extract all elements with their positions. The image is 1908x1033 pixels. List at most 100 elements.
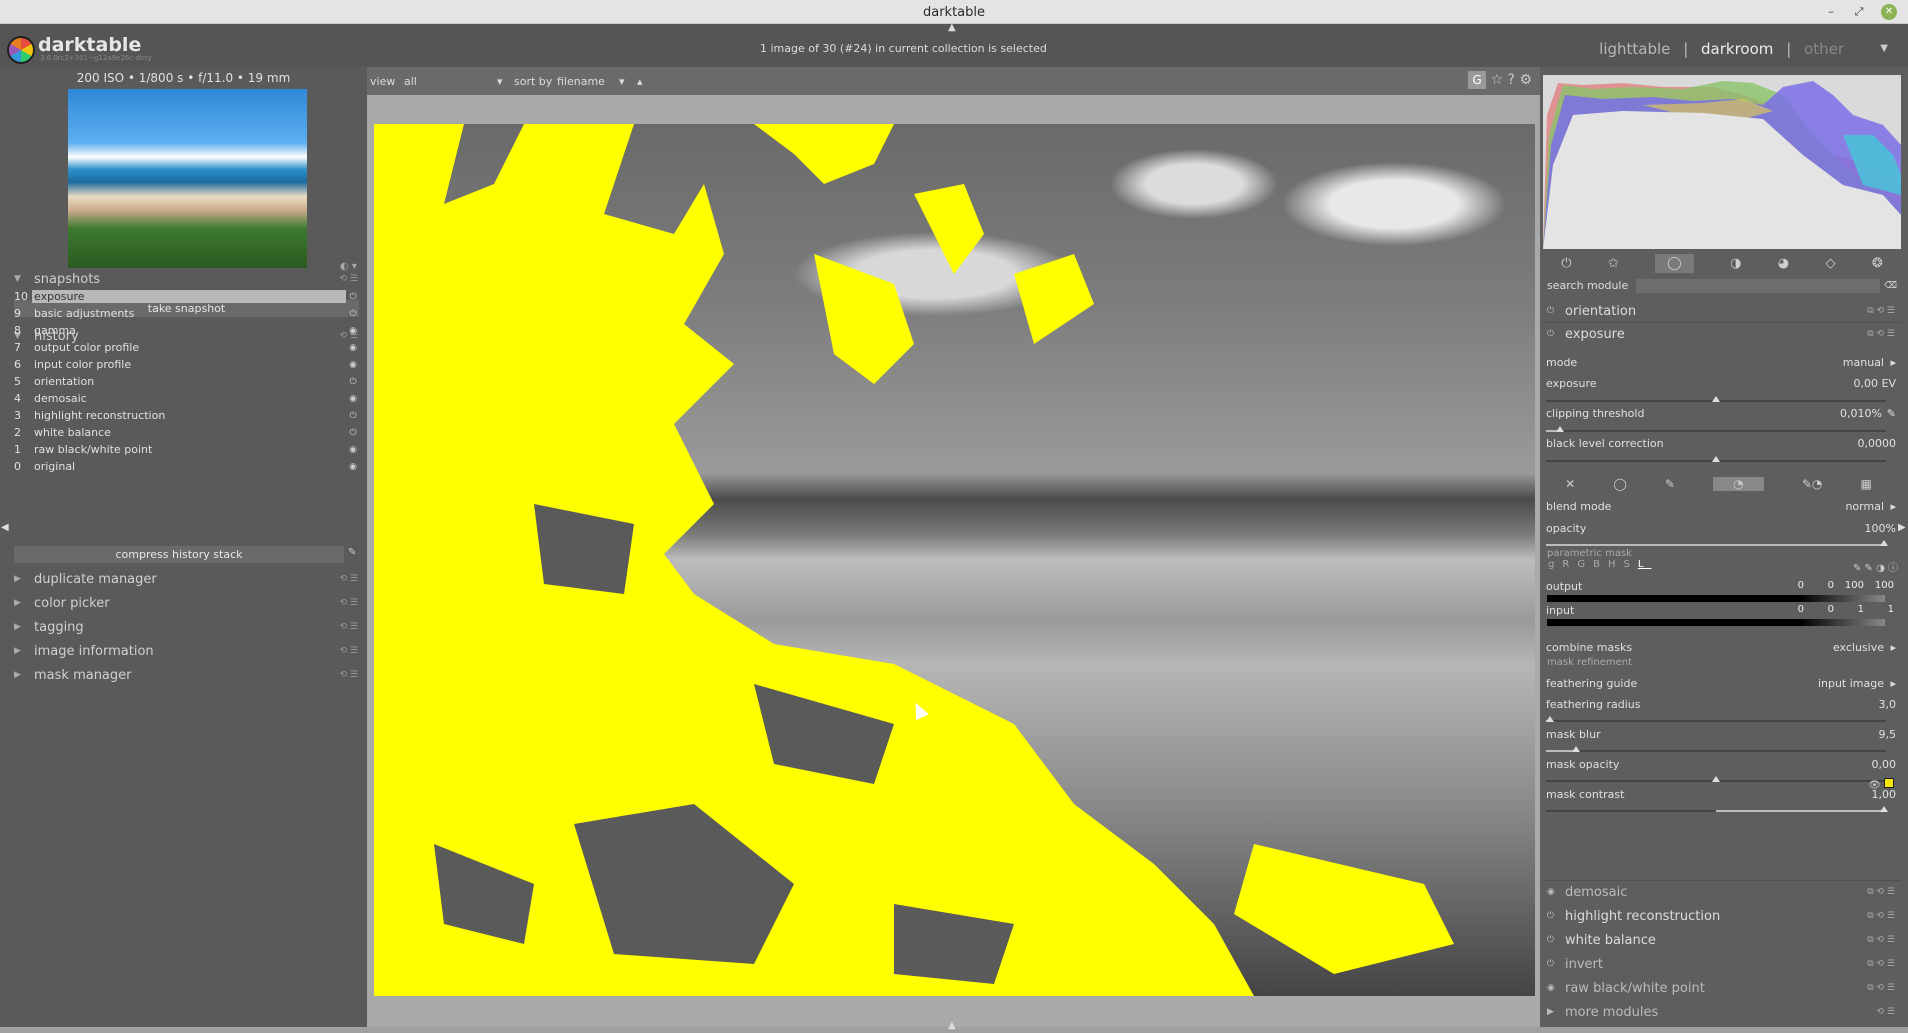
module-demosaic[interactable]: ◉ demosaic ⧉ ⟲ ☰: [1543, 881, 1901, 903]
chevron-down-icon[interactable]: ▾: [497, 75, 503, 88]
history-item[interactable]: 4 demosaic ◉: [14, 390, 360, 407]
eye-icon[interactable]: 👁: [1868, 780, 1881, 791]
module-invert[interactable]: ⏻ invert ⧉ ⟲ ☰: [1543, 953, 1901, 975]
output-gradient-slider[interactable]: [1547, 595, 1885, 602]
module-controls-icon[interactable]: ⟲ ☰: [340, 574, 358, 584]
drawn-mask-icon[interactable]: ✎: [1665, 477, 1675, 491]
history-item[interactable]: 6 input color profile ◉: [14, 356, 360, 373]
history-item[interactable]: 10 exposure ⏻: [14, 288, 360, 305]
slider-marker[interactable]: [1712, 456, 1720, 462]
history-item[interactable]: 1 raw black/white point ◉: [14, 441, 360, 458]
module-raw-black-white-point[interactable]: ◉ raw black/white point ⧉ ⟲ ☰: [1543, 977, 1901, 999]
module-controls-icon[interactable]: ⟲ ☰: [340, 670, 358, 680]
channel-tab[interactable]: g: [1548, 559, 1562, 570]
blend-off-icon[interactable]: ✕: [1565, 477, 1575, 491]
slider-marker[interactable]: [1880, 806, 1888, 812]
module-actions-icon[interactable]: ⟲ ☰: [1877, 1007, 1895, 1017]
color-picker-icon[interactable]: ✎: [1887, 407, 1896, 420]
slider-marker[interactable]: [1556, 426, 1564, 432]
channel-tab[interactable]: S: [1623, 559, 1637, 570]
more-modules[interactable]: ▶ more modules ⟲ ☰: [1543, 1001, 1901, 1023]
image-information-header[interactable]: ▶ image information ⟲ ☰: [8, 640, 364, 662]
search-input[interactable]: [1636, 278, 1881, 293]
view-filter-select[interactable]: all: [404, 75, 417, 88]
view-darkroom[interactable]: darkroom: [1701, 40, 1773, 58]
histogram[interactable]: [1543, 75, 1901, 249]
module-actions-icon[interactable]: ⧉ ⟲ ☰: [1867, 306, 1895, 316]
feathering-radius-track[interactable]: [1546, 716, 1886, 722]
clipping-slider-track[interactable]: [1546, 426, 1886, 432]
uniform-blend-icon[interactable]: ◯: [1613, 477, 1626, 491]
module-controls-icon[interactable]: ⟲ ☰: [340, 646, 358, 656]
channel-tab[interactable]: R: [1562, 559, 1577, 570]
maximize-button[interactable]: ⤢: [1851, 4, 1867, 20]
power-icon[interactable]: ⏻: [1547, 306, 1561, 316]
help-icon[interactable]: ?: [1508, 72, 1515, 88]
module-actions-icon[interactable]: ⧉ ⟲ ☰: [1867, 329, 1895, 339]
history-item[interactable]: 8 gamma ◉: [14, 322, 360, 339]
color-picker-header[interactable]: ▶ color picker ⟲ ☰: [8, 592, 364, 614]
slider-marker[interactable]: [1572, 746, 1580, 752]
drawn-parametric-icon[interactable]: ✎◔: [1802, 477, 1823, 491]
module-white-balance[interactable]: ⏻ white balance ⧉ ⟲ ☰: [1543, 929, 1901, 951]
view-lighttable[interactable]: lighttable: [1599, 40, 1670, 58]
chevron-down-icon[interactable]: ▾: [619, 75, 625, 88]
mask-opacity-track[interactable]: [1546, 776, 1886, 782]
image-canvas[interactable]: [374, 124, 1535, 996]
power-icon[interactable]: ⏻: [1547, 935, 1561, 945]
power-off-icon[interactable]: ⏻: [1547, 959, 1561, 969]
edit-icon[interactable]: ✎: [348, 547, 356, 558]
color-group-icon[interactable]: ◕: [1778, 256, 1789, 271]
collapse-left-panel-icon[interactable]: ◀: [1, 522, 9, 533]
channel-tab[interactable]: B: [1593, 559, 1608, 570]
star-icon[interactable]: ☆: [1491, 72, 1504, 88]
minimize-button[interactable]: –: [1823, 4, 1839, 20]
collapse-right-panel-icon[interactable]: ▶: [1898, 522, 1906, 533]
slider-marker[interactable]: [1546, 716, 1554, 722]
module-exposure[interactable]: ⏻ exposure ⧉ ⟲ ☰: [1543, 323, 1901, 345]
power-icon[interactable]: ⏻: [1561, 256, 1571, 271]
exposure-slider-track[interactable]: [1546, 396, 1886, 402]
module-orientation[interactable]: ⏻ orientation ⧉ ⟲ ☰: [1543, 300, 1901, 322]
mask-blur-track[interactable]: [1546, 746, 1886, 752]
channel-tab[interactable]: G: [1577, 559, 1593, 570]
black-level-slider-track[interactable]: [1546, 456, 1886, 462]
module-controls-icon[interactable]: ⟲ ☰: [340, 598, 358, 608]
duplicate-manager-header[interactable]: ▶ duplicate manager ⟲ ☰: [8, 568, 364, 590]
input-gradient-slider[interactable]: [1547, 619, 1885, 626]
effect-group-icon[interactable]: ❂: [1872, 256, 1883, 271]
slider-marker[interactable]: [1712, 776, 1720, 782]
module-controls-icon[interactable]: ⟲ ☰: [340, 622, 358, 632]
history-item[interactable]: 5 orientation ⏻: [14, 373, 360, 390]
opacity-slider-track[interactable]: [1546, 540, 1888, 546]
power-icon[interactable]: ⏻: [1547, 911, 1561, 921]
slider-marker[interactable]: [1880, 540, 1888, 546]
module-actions-icon[interactable]: ⧉ ⟲ ☰: [1867, 935, 1895, 945]
compress-history-button[interactable]: compress history stack: [14, 546, 344, 563]
raster-mask-icon[interactable]: ▦: [1861, 477, 1872, 491]
history-item[interactable]: 9 basic adjustments ⏻: [14, 305, 360, 322]
slider-marker[interactable]: [1712, 396, 1720, 402]
favorites-icon[interactable]: ✩: [1608, 256, 1619, 271]
base-group-icon[interactable]: ◯: [1655, 253, 1694, 273]
clear-icon[interactable]: ⌫: [1884, 281, 1897, 291]
view-other[interactable]: other: [1804, 40, 1844, 58]
module-controls-icon[interactable]: ⟲ ☰: [340, 274, 358, 284]
module-actions-icon[interactable]: ⧉ ⟲ ☰: [1867, 911, 1895, 921]
sort-select[interactable]: filename: [557, 75, 605, 88]
show-mask-icon[interactable]: [1884, 778, 1894, 788]
module-actions-icon[interactable]: ⧉ ⟲ ☰: [1867, 887, 1895, 897]
collapse-bottom-panel-icon[interactable]: ▲: [948, 1020, 956, 1031]
channel-tab-active[interactable]: L: [1638, 559, 1652, 570]
views-dropdown-icon[interactable]: ▼: [1880, 43, 1888, 54]
parametric-mask-icon[interactable]: ◔: [1713, 477, 1764, 491]
sort-order-icon[interactable]: ▴: [637, 75, 643, 88]
module-actions-icon[interactable]: ⧉ ⟲ ☰: [1867, 959, 1895, 969]
history-item[interactable]: 2 white balance ⏻: [14, 424, 360, 441]
collapse-top-panel-icon[interactable]: ▲: [948, 22, 956, 33]
history-item[interactable]: 7 output color profile ◉: [14, 339, 360, 356]
snapshots-header[interactable]: ▼ snapshots ⟲ ☰: [8, 268, 364, 290]
close-button[interactable]: ✕: [1881, 4, 1897, 20]
tagging-header[interactable]: ▶ tagging ⟲ ☰: [8, 616, 364, 638]
module-highlight-reconstruction[interactable]: ⏻ highlight reconstruction ⧉ ⟲ ☰: [1543, 905, 1901, 927]
